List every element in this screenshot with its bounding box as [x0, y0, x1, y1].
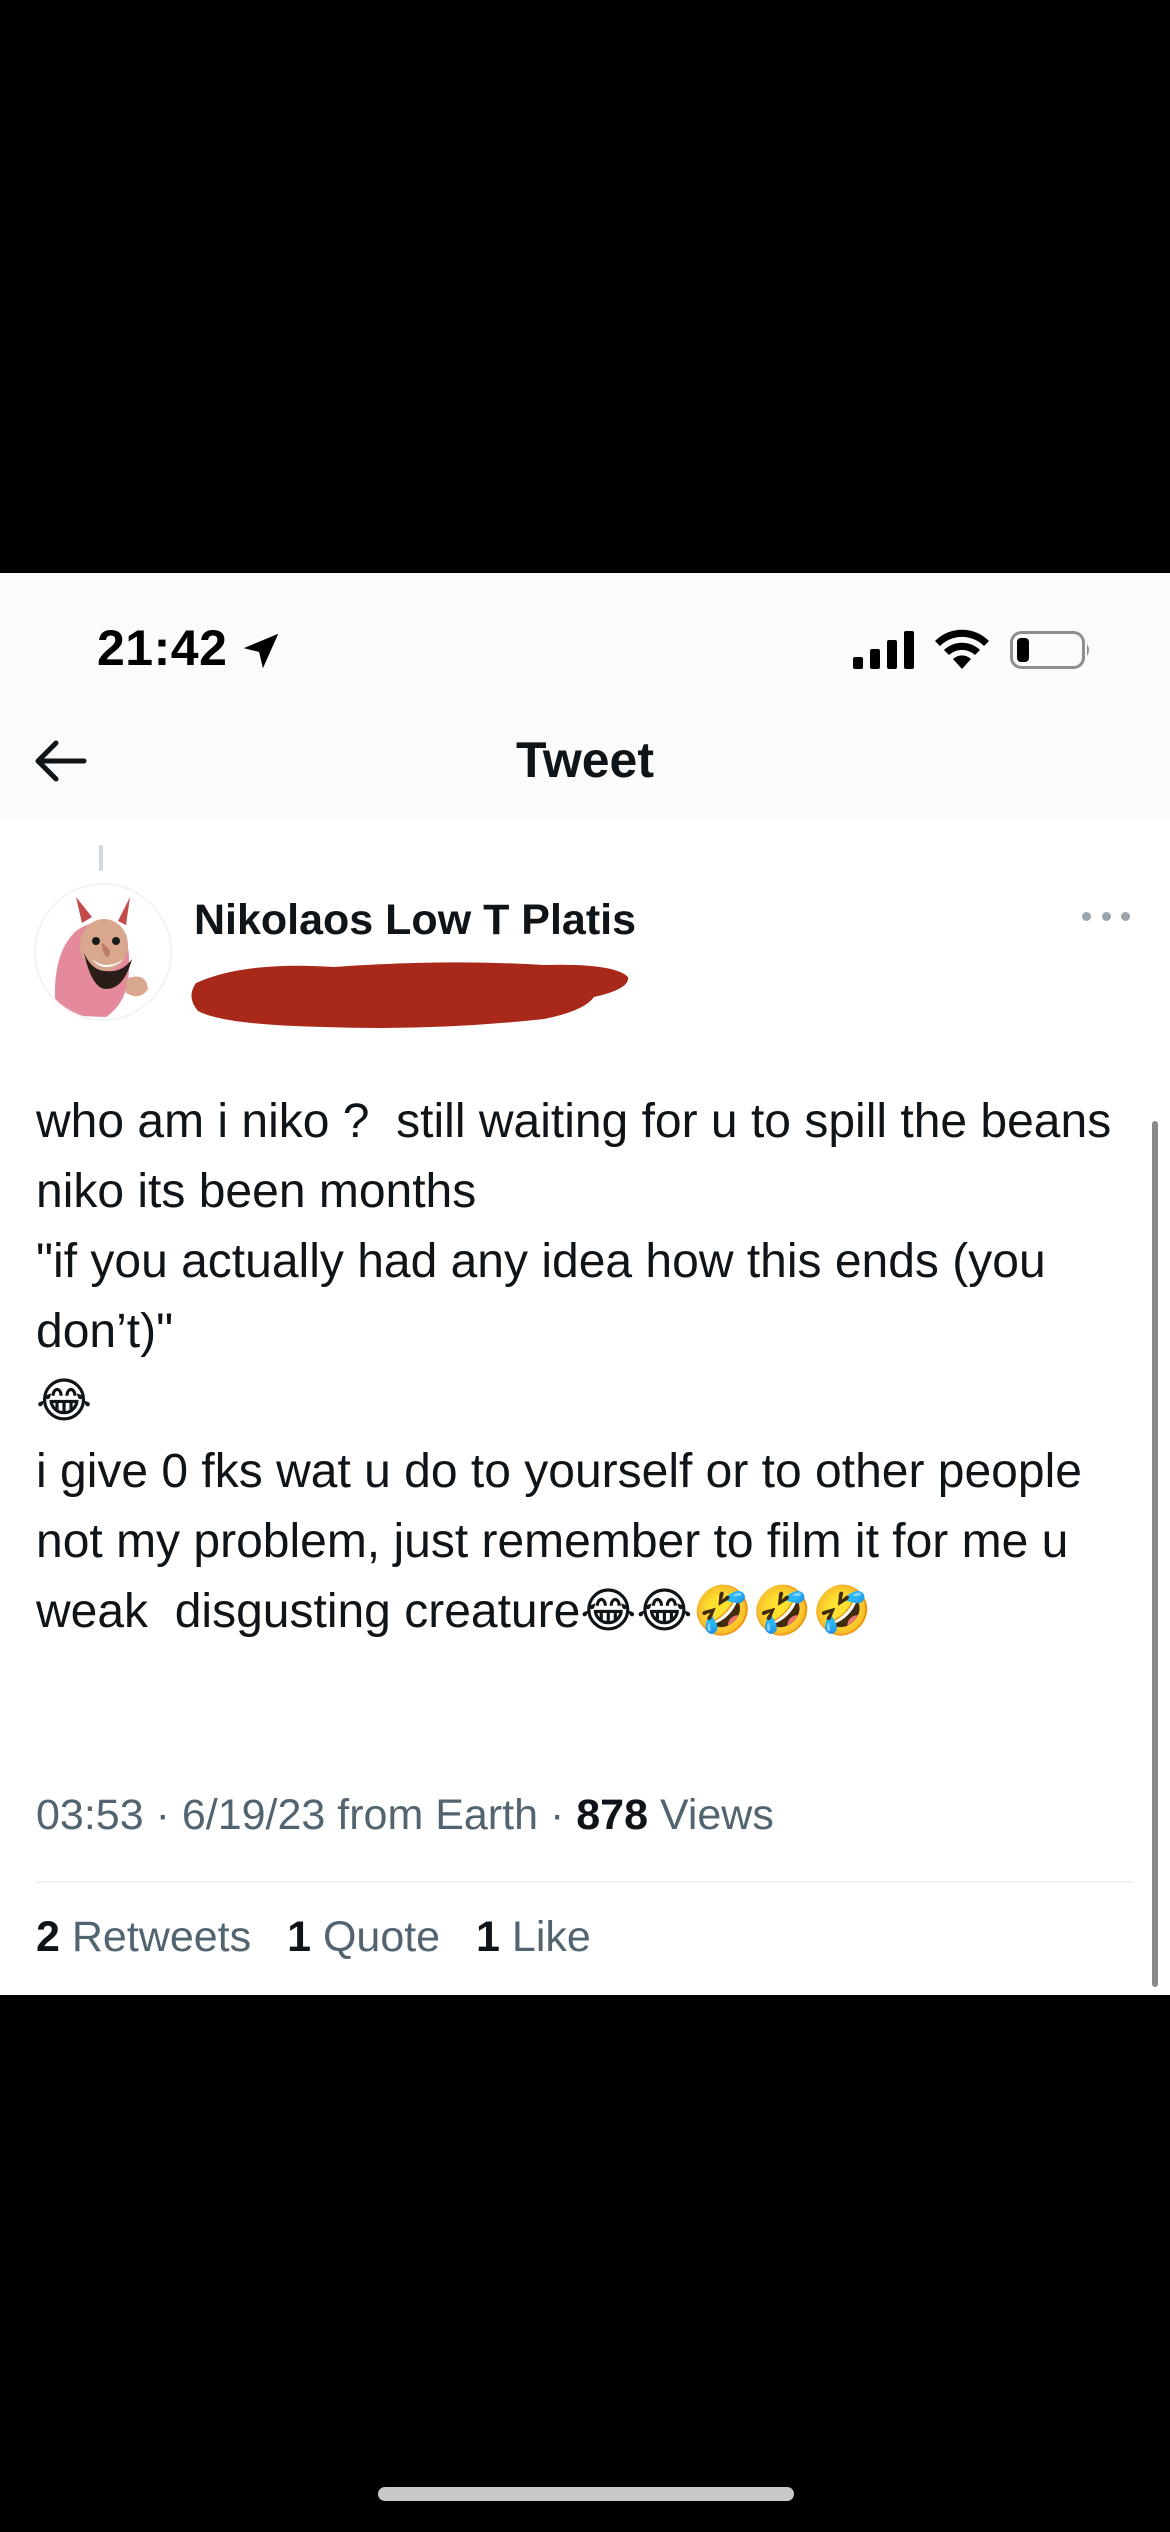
redaction-scribble [191, 962, 629, 1028]
page-title: Tweet [516, 732, 654, 788]
more-options-icon [1101, 911, 1111, 921]
display-name[interactable]: Nikolaos Low T Platis [194, 896, 636, 945]
meta-separator: · [549, 1791, 565, 1839]
tweet-text-line: i give 0 fks wat u do to yourself or to … [36, 1445, 1096, 1638]
tweet-text-line: 😂 [36, 1375, 93, 1428]
avatar[interactable] [34, 883, 172, 1021]
tweet-date[interactable]: 6/19/23 [182, 1791, 325, 1839]
tweet-text-line: "if you actually had any idea how this e… [36, 1235, 1059, 1358]
status-bar: 21:42 [0, 573, 1170, 703]
engagement-stats: 2 Retweets 1 Quote 1 Like [36, 1913, 615, 1962]
tweet-time[interactable]: 03:53 [36, 1791, 144, 1839]
more-options-icon [1082, 911, 1091, 921]
battery-icon [1010, 631, 1089, 669]
nav-bar: Tweet [0, 703, 1170, 818]
retweets-stat[interactable]: 2 Retweets [36, 1913, 251, 1961]
views-count: 878 [576, 1791, 648, 1839]
tweet-text: who am i niko ? still waiting for u to s… [36, 1087, 1136, 1647]
wifi-icon [935, 629, 989, 669]
retweets-count: 2 [36, 1913, 60, 1961]
likes-count: 1 [476, 1913, 500, 1961]
cellular-signal-icon [853, 631, 914, 669]
avatar-devil-caricature-image [36, 885, 170, 1019]
divider [36, 1881, 1134, 1883]
thread-connector-line [99, 845, 103, 871]
quotes-count: 1 [287, 1913, 311, 1961]
tweet-meta: 03:53 · 6/19/23 from Earth · 878 Views [36, 1791, 774, 1840]
home-indicator[interactable] [378, 2487, 794, 2501]
quotes-stat[interactable]: 1 Quote [287, 1913, 440, 1961]
page: 21:42 Tweet Nikolaos Low T Platis who am… [0, 0, 1170, 2532]
tweet-source: from Earth [337, 1791, 538, 1839]
more-options-icon [1121, 911, 1130, 921]
views-label: Views [659, 1791, 774, 1839]
scrollbar[interactable] [1152, 1121, 1158, 1987]
meta-separator: · [155, 1791, 170, 1839]
more-options-button[interactable] [1082, 901, 1130, 931]
screenshot-screen: 21:42 Tweet Nikolaos Low T Platis who am… [0, 573, 1170, 1995]
quotes-label: Quote [322, 1913, 441, 1961]
likes-label: Like [511, 1913, 591, 1961]
tweet-text-line: who am i niko ? still waiting for u to s… [36, 1095, 1125, 1218]
likes-stat[interactable]: 1 Like [476, 1913, 591, 1961]
retweets-label: Retweets [71, 1913, 252, 1961]
location-arrow-icon [243, 633, 279, 669]
status-time: 21:42 [97, 620, 228, 676]
